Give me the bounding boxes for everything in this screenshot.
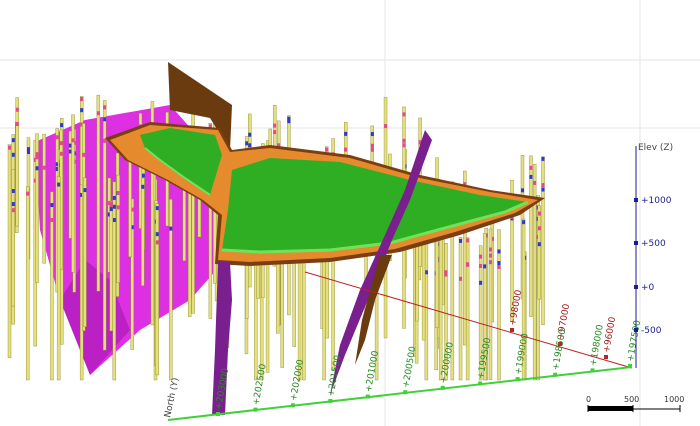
- north-tick-mark: [478, 381, 483, 386]
- north-tick-mark: [290, 403, 295, 408]
- scale-bar: 0 500 1000: [586, 395, 684, 412]
- 3d-scene[interactable]: +98000 +97000 +96000 +203000 +202500 +202000…: [0, 0, 700, 426]
- north-axis-line: [167, 366, 633, 421]
- elevation-tick-mark: [634, 198, 638, 202]
- borehole[interactable]: [56, 176, 61, 381]
- north-tick-label: +201500: [326, 354, 343, 397]
- horizon-green-surface-east: [222, 158, 528, 252]
- east-tick-mark: [604, 355, 608, 359]
- borehole[interactable]: [529, 155, 533, 317]
- borehole[interactable]: [26, 186, 30, 381]
- north-tick-mark: [628, 364, 632, 368]
- north-tick-label: +198500: [551, 328, 568, 371]
- north-tick-mark: [440, 385, 445, 390]
- elevation-tick-label: -500: [641, 326, 662, 336]
- borehole[interactable]: [116, 174, 120, 283]
- scale-label-1000: 1000: [664, 395, 684, 404]
- north-tick-mark: [365, 394, 370, 399]
- 3d-viewport[interactable]: +98000 +97000 +96000 +203000 +202500 +202000…: [0, 0, 700, 426]
- borehole[interactable]: [83, 177, 87, 328]
- borehole[interactable]: [465, 237, 470, 381]
- borehole[interactable]: [42, 133, 46, 264]
- borehole[interactable]: [497, 229, 501, 381]
- borehole[interactable]: [11, 169, 16, 307]
- elevation-tick-label: +0: [641, 283, 655, 293]
- elevation-axis-title: Elev (Z): [638, 143, 673, 153]
- borehole[interactable]: [35, 133, 39, 283]
- east-tick-label: +96000: [602, 316, 618, 354]
- scale-label-500: 500: [624, 395, 639, 404]
- elevation-tick-label: +500: [641, 239, 666, 249]
- borehole[interactable]: [169, 199, 173, 381]
- north-axis-ticks: +203000 +202500 +202000 +201500 +201000 +2005…: [214, 319, 643, 416]
- borehole[interactable]: [537, 205, 541, 300]
- borehole[interactable]: [96, 94, 101, 292]
- borehole[interactable]: [7, 144, 12, 358]
- east-tick-mark: [510, 328, 514, 332]
- north-tick-mark: [515, 377, 520, 382]
- north-tick-label: +200500: [401, 345, 418, 388]
- borehole[interactable]: [112, 181, 117, 381]
- north-tick-mark: [216, 412, 220, 416]
- borehole[interactable]: [541, 156, 545, 326]
- north-tick-mark: [403, 390, 408, 395]
- north-tick-mark: [553, 372, 558, 377]
- scale-label-0: 0: [586, 395, 591, 404]
- borehole[interactable]: [15, 97, 19, 227]
- north-tick-label: +199000: [514, 332, 531, 375]
- borehole[interactable]: [141, 177, 145, 286]
- borehole[interactable]: [50, 191, 54, 381]
- north-tick-mark: [253, 407, 258, 412]
- elevation-tick-mark: [634, 285, 638, 289]
- borehole[interactable]: [458, 236, 463, 381]
- north-axis-title: North (Y): [163, 377, 181, 419]
- borehole[interactable]: [109, 200, 113, 332]
- borehole[interactable]: [155, 203, 159, 376]
- borehole[interactable]: [71, 114, 75, 273]
- north-tick-mark: [328, 398, 333, 403]
- north-tick-label: +202500: [252, 363, 269, 406]
- north-tick-mark: [590, 368, 595, 373]
- north-tick-label: +201000: [364, 350, 381, 393]
- elevation-tick-mark: [634, 328, 638, 332]
- elevation-tick-label: +1000: [641, 196, 672, 206]
- elevation-tick-mark: [634, 241, 638, 245]
